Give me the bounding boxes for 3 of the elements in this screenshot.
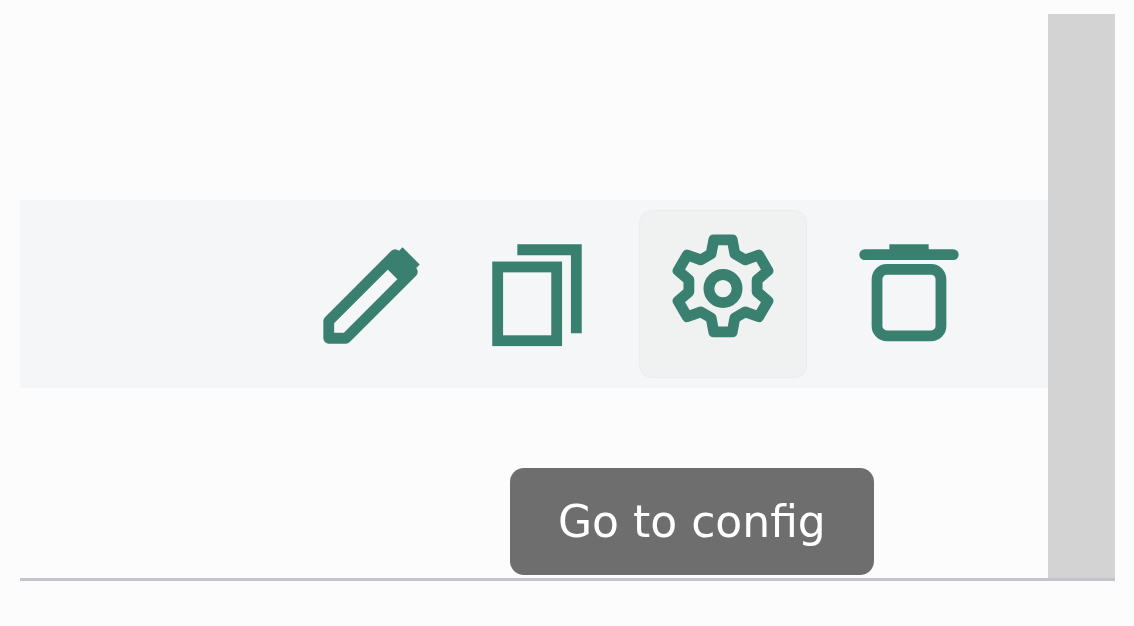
scrollbar[interactable] bbox=[1048, 14, 1115, 578]
settings-button[interactable] bbox=[640, 211, 806, 377]
tooltip: Go to config bbox=[510, 468, 874, 575]
